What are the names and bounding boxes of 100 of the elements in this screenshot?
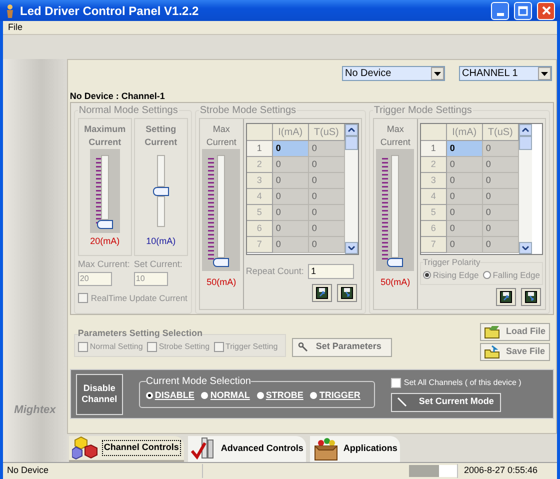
tab[interactable]: Channel Controls [68, 436, 184, 462]
column-header[interactable]: T(uS) [482, 124, 519, 141]
radio-button[interactable] [310, 392, 318, 399]
checkbox[interactable] [78, 342, 88, 352]
slider-thumb[interactable] [213, 258, 230, 267]
floppy-button[interactable] [312, 284, 332, 302]
row-header[interactable]: 5 [420, 205, 447, 221]
table-cell[interactable]: 0 [308, 141, 345, 157]
scroll-arrow-button[interactable] [518, 242, 532, 254]
checkbox-label[interactable]: Normal Setting [90, 340, 143, 353]
scroll-arrow-button[interactable] [344, 242, 358, 254]
row-header[interactable]: 7 [246, 237, 273, 253]
input-field[interactable]: 20 [78, 272, 112, 286]
checkbox-label[interactable]: RealTime Update Current [90, 292, 188, 304]
table-cell[interactable]: 0 [272, 157, 309, 173]
radio-button[interactable] [422, 271, 431, 280]
slider-thumb[interactable] [152, 187, 169, 196]
row-header[interactable]: 1 [246, 141, 273, 157]
file-button[interactable]: Load File [480, 323, 550, 341]
checkbox-label[interactable]: Strobe Setting [158, 340, 210, 353]
table-cell[interactable]: 0 [482, 141, 519, 157]
minimize-button[interactable] [491, 2, 509, 20]
column-header[interactable]: I(mA) [272, 124, 309, 141]
table-cell[interactable]: 0 [308, 205, 345, 221]
scroll-arrow-button[interactable] [518, 124, 532, 136]
radio-label[interactable]: Falling Edge [492, 268, 540, 282]
table-cell[interactable]: 0 [272, 173, 309, 189]
row-header[interactable]: 7 [420, 237, 447, 253]
dropdown[interactable]: No Device [342, 66, 445, 81]
slider-track[interactable] [376, 149, 414, 271]
table-cell[interactable]: 0 [446, 173, 483, 189]
slider-track[interactable] [90, 149, 120, 233]
row-header[interactable]: 4 [420, 189, 447, 205]
table-cell[interactable]: 0 [482, 237, 519, 253]
row-header[interactable]: 5 [246, 205, 273, 221]
row-header[interactable]: 6 [420, 221, 447, 237]
column-header[interactable]: I(mA) [446, 124, 483, 141]
input-field[interactable]: 10 [134, 272, 168, 286]
table-cell[interactable]: 0 [308, 157, 345, 173]
table-cell[interactable]: 0 [272, 189, 309, 205]
row-header[interactable]: 6 [246, 221, 273, 237]
slider-track[interactable] [202, 149, 240, 271]
table-cell[interactable]: 0 [482, 173, 519, 189]
menu-item[interactable]: File [3, 20, 28, 34]
checkbox[interactable] [78, 292, 88, 303]
scroll-arrow-button[interactable] [344, 124, 358, 136]
checkbox[interactable] [146, 342, 157, 352]
table-cell[interactable]: 0 [446, 157, 483, 173]
scrollbar[interactable] [344, 124, 358, 254]
tab[interactable]: Applications [310, 436, 400, 462]
scroll-thumb[interactable] [344, 136, 358, 150]
radio-label[interactable]: TRIGGER [319, 388, 360, 402]
table-cell[interactable]: 0 [446, 141, 483, 157]
radio-button[interactable] [482, 271, 491, 280]
row-header[interactable]: 1 [420, 141, 447, 157]
floppy-button[interactable] [336, 284, 357, 302]
slider-thumb[interactable] [387, 258, 404, 267]
row-header[interactable]: 3 [420, 173, 447, 189]
table-cell[interactable]: 0 [482, 189, 519, 205]
set-parameters-button[interactable]: Set Parameters [292, 338, 392, 356]
table-cell[interactable]: 0 [482, 205, 519, 221]
table-cell[interactable]: 0 [308, 221, 345, 237]
disable-channel-button[interactable]: Disable Channel [76, 374, 123, 414]
floppy-button[interactable] [496, 288, 516, 306]
checkbox[interactable] [390, 378, 401, 388]
table-cell[interactable]: 0 [308, 173, 345, 189]
scroll-thumb[interactable] [518, 136, 532, 150]
radio-button[interactable] [146, 392, 153, 399]
checkbox-label[interactable]: Trigger Setting [226, 340, 278, 353]
table-cell[interactable]: 0 [446, 237, 483, 253]
input-field[interactable]: 1 [308, 264, 354, 279]
scrollbar[interactable] [518, 124, 532, 254]
radio-label[interactable]: DISABLE [154, 388, 194, 402]
floppy-button[interactable] [521, 288, 541, 306]
tab[interactable]: Advanced Controls [188, 436, 306, 462]
radio-button[interactable] [201, 392, 208, 399]
table-cell[interactable]: 0 [446, 205, 483, 221]
column-header[interactable]: T(uS) [308, 124, 345, 141]
slider-thumb[interactable] [96, 220, 113, 229]
table-cell[interactable]: 0 [446, 221, 483, 237]
table-cell[interactable]: 0 [446, 189, 483, 205]
table-cell[interactable]: 0 [272, 205, 309, 221]
checkbox-label[interactable]: Set All Channels ( of this device ) [404, 376, 522, 388]
table-cell[interactable]: 0 [272, 221, 309, 237]
table-cell[interactable]: 0 [308, 237, 345, 253]
row-header[interactable]: 3 [246, 173, 273, 189]
table-cell[interactable]: 0 [272, 141, 309, 157]
checkbox[interactable] [214, 342, 224, 352]
dropdown[interactable]: CHANNEL 1 [459, 66, 552, 81]
table-cell[interactable]: 0 [482, 221, 519, 237]
table-cell[interactable]: 0 [272, 237, 309, 253]
row-header[interactable]: 2 [420, 157, 447, 173]
radio-label[interactable]: STROBE [266, 388, 304, 402]
row-header[interactable]: 4 [246, 189, 273, 205]
radio-label[interactable]: Rising Edge [432, 268, 479, 282]
file-button[interactable]: Save File [480, 343, 550, 361]
radio-label[interactable]: NORMAL [210, 388, 250, 402]
table-cell[interactable]: 0 [308, 189, 345, 205]
table-cell[interactable]: 0 [482, 157, 519, 173]
set-current-mode-button[interactable]: Set Current Mode [390, 392, 501, 412]
